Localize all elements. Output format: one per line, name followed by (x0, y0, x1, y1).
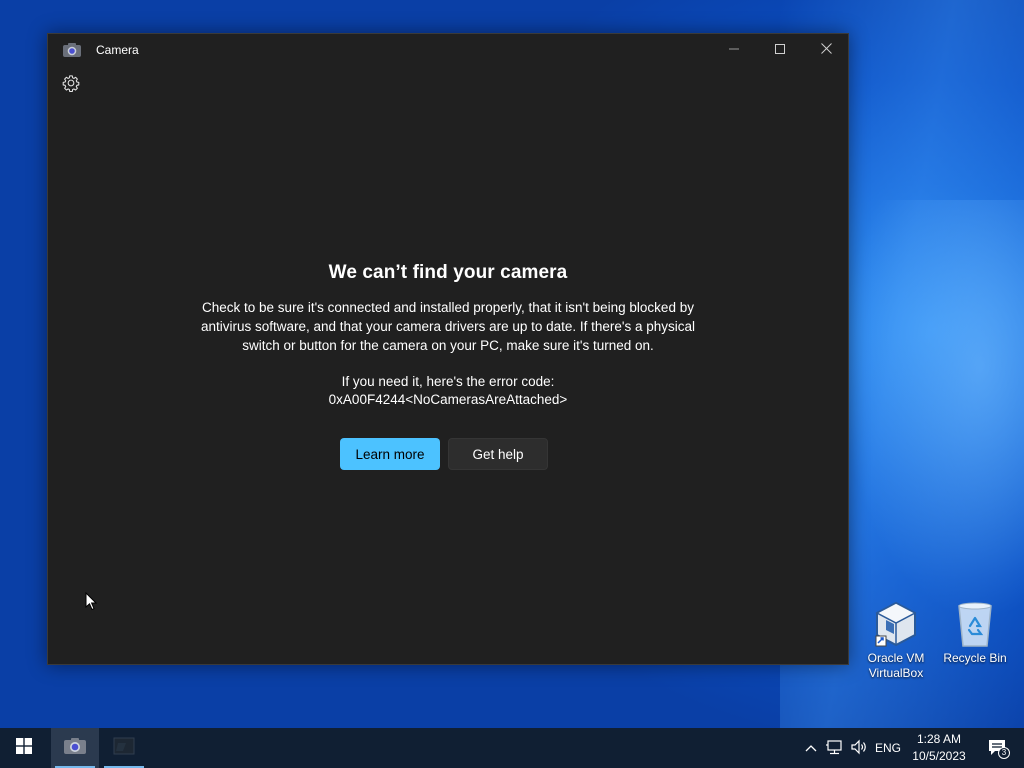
windows-start-icon (16, 737, 32, 759)
volume-button[interactable] (848, 728, 870, 768)
chevron-up-icon (805, 741, 817, 755)
terminal-icon (113, 737, 135, 760)
notification-icon: 3 (987, 738, 1010, 759)
network-icon (826, 739, 844, 758)
language-indicator[interactable]: ENG (872, 728, 904, 768)
camera-app-icon (62, 42, 82, 58)
gear-icon (62, 74, 80, 97)
desktop-icon-virtualbox[interactable]: Oracle VM VirtualBox (858, 600, 934, 681)
close-icon (820, 41, 832, 59)
network-button[interactable] (824, 728, 846, 768)
clock-time: 1:28 AM (916, 732, 962, 746)
notification-center-button[interactable]: 3 (978, 728, 1018, 768)
clock-date: 10/5/2023 (912, 749, 966, 763)
wallpaper-glow (840, 200, 1024, 620)
error-panel: We can’t find your camera Check to be su… (48, 262, 848, 409)
volume-icon (850, 739, 868, 758)
start-button[interactable] (0, 728, 48, 768)
desktop-icon-recycle-bin[interactable]: Recycle Bin (937, 600, 1013, 666)
error-title: We can’t find your camera (328, 262, 568, 283)
taskbar-app-camera[interactable] (51, 728, 99, 768)
error-description: Check to be sure it's connected and inst… (200, 300, 696, 353)
minimize-button[interactable] (711, 34, 757, 66)
show-hidden-icons-button[interactable] (802, 728, 820, 768)
close-button[interactable] (803, 34, 849, 66)
desktop-icon-label: Recycle Bin (943, 651, 1007, 665)
desktop-icon-label: Oracle VM (867, 651, 925, 665)
taskbar: ENG 1:28 AM 10/5/2023 3 (0, 728, 1024, 768)
learn-more-button[interactable]: Learn more (340, 438, 440, 470)
maximize-icon (775, 41, 785, 59)
clock[interactable]: 1:28 AM 10/5/2023 (908, 731, 970, 765)
settings-button[interactable] (60, 74, 82, 96)
notification-count-badge: 3 (998, 747, 1010, 759)
title-bar[interactable]: Camera (48, 34, 848, 66)
recycle-bin-icon (951, 600, 999, 648)
error-code-label: If you need it, here's the error code: (341, 374, 555, 389)
maximize-button[interactable] (757, 34, 803, 66)
camera-window: Camera We can’t find your camera Check t… (47, 33, 849, 665)
error-actions: Learn more Get help (340, 438, 560, 470)
error-code: 0xA00F4244<NoCamerasAreAttached> (328, 392, 568, 407)
mouse-cursor-icon (85, 591, 98, 611)
desktop-icon-label: VirtualBox (868, 666, 924, 680)
camera-icon (63, 737, 87, 760)
minimize-icon (729, 41, 739, 59)
get-help-button[interactable]: Get help (448, 438, 548, 470)
window-title: Camera (96, 43, 139, 57)
taskbar-app-terminal[interactable] (100, 728, 148, 768)
virtualbox-icon (872, 600, 920, 648)
